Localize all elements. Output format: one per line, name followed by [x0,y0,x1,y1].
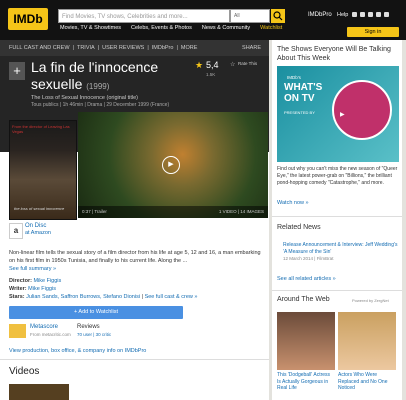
on-disc-link[interactable]: On Disc [25,223,46,229]
search-icon [273,11,283,21]
view-production-link[interactable]: View production, box office, & company i… [9,348,146,354]
powered-by: Powered by ZergNet [352,298,389,303]
rate-this-button[interactable]: Rate This [238,61,260,66]
related-news-item[interactable]: Release Announcement & Interview: Jeff W… [283,242,398,256]
reviews-label: Reviews [77,324,100,330]
play-icon[interactable]: ▶ [162,156,180,174]
nav-movies[interactable]: Movies, TV & Showtimes [60,25,121,37]
add-to-watchlist-button[interactable]: + Add to Watchlist [9,306,183,319]
ad-title: WHAT'S ON TV [284,82,323,104]
top-navbar: IMDb Find Movies, TV shows, Celebrities … [0,0,406,40]
see-full-cast-link[interactable]: See full cast & crew » [145,294,198,300]
divider [272,290,402,291]
original-title: The Loss of Sexual Innocence (original t… [31,95,139,101]
related-news-heading: Related News [277,224,321,231]
see-full-summary-link[interactable]: See full summary » [9,266,56,272]
around-web-heading: Around The Web [277,296,330,303]
at-amazon-link[interactable]: at Amazon [25,230,51,236]
search-category-select[interactable]: All [230,9,270,23]
ad-cast-image [332,80,392,140]
web-thumbnail-1[interactable] [277,312,335,370]
ad-logo: IMDb's [287,75,301,80]
video-info-bar: 0:37 | Trailer 1 VIDEO | 14 IMAGES [78,206,268,218]
writer-link[interactable]: Mike Figgis [28,286,56,292]
subnav-trivia[interactable]: TRIVIA [77,40,95,56]
poster-image[interactable] [9,120,77,220]
twitch-icon[interactable] [368,12,373,17]
amazon-icon[interactable]: a [9,223,23,239]
videos-heading: Videos [9,366,40,377]
writer-credit: Writer: Mike Figgis [9,286,56,292]
nav-news[interactable]: News & Community [202,25,250,37]
plot-summary: Non-linear film tells the sexual story o… [9,250,261,272]
imdb-rating: 5,4 [206,60,219,70]
poster-title: the loss of sexual innocence [14,206,65,211]
web-caption-1[interactable]: This 'Dodgeball' Actress Is Actually Gor… [277,372,335,392]
stars-credit: Stars: Julian Sands, Saffron Burrows, St… [9,294,198,300]
promo-text: Find out why you can't miss the new seas… [277,166,398,186]
video-thumbnail[interactable] [9,384,69,400]
stars-links[interactable]: Julian Sands, Saffron Burrows, Stefano D… [26,294,140,300]
signin-button[interactable]: Sign in [347,27,399,37]
subnav-reviews[interactable]: USER REVIEWS [102,40,144,56]
search-button[interactable] [271,9,285,23]
social-links [352,12,389,17]
nav-celebs[interactable]: Celebs, Events & Photos [131,25,192,37]
youtube-icon[interactable] [384,12,389,17]
review-counts[interactable]: 70 user | 30 critic [77,332,111,337]
sidebar: The Shows Everyone Will Be Talking About… [272,40,402,400]
imdb-logo[interactable]: IMDb [8,8,48,30]
director-link[interactable]: Mike Figgis [33,278,61,284]
subnav-cast[interactable]: FULL CAST AND CREW [9,40,70,56]
nav-watchlist[interactable]: Watchlist [260,25,282,37]
instagram-icon[interactable] [360,12,365,17]
subnav-more[interactable]: MORE [181,40,198,56]
divider [0,359,269,360]
promo-heading: The Shows Everyone Will Be Talking About… [277,46,391,62]
page-title: La fin de l'innocence sexuelle (1999) [31,59,159,92]
trailer-label[interactable]: 0:37 | Trailer [82,206,107,218]
rating-count[interactable]: 1.5K [206,72,215,77]
play-icon[interactable]: ▶ [340,111,345,118]
media-counts[interactable]: 1 VIDEO | 14 IMAGES [219,206,264,218]
add-to-watchlist-ribbon[interactable]: + [9,62,25,80]
web-thumbnail-2[interactable] [338,312,396,370]
metascore-source: From metacritic.com [30,332,71,337]
twitter-icon[interactable] [376,12,381,17]
star-icon: ★ [195,60,204,70]
poster-tagline: From the director of Leaving Las Vegas [12,124,70,134]
title-meta: Tous publics | 1h 46min | Drama | 29 Dec… [31,102,170,108]
ad-presented-by: PRESENTED BY [284,110,315,115]
metascore-badge[interactable] [9,324,26,338]
director-credit: Director: Mike Figgis [9,278,62,284]
rate-star-icon[interactable]: ☆ [230,61,235,68]
help-link[interactable]: Help [337,12,348,18]
imdbpro-link[interactable]: IMDbPro [308,12,332,18]
facebook-icon[interactable] [352,12,357,17]
subnav-imdbpro[interactable]: IMDbPro [152,40,174,56]
see-all-articles-link[interactable]: See all related articles » [277,276,336,282]
title-subnav: FULL CAST AND CREW | TRIVIA | USER REVIE… [0,40,269,56]
divider [272,216,402,217]
metascore-label[interactable]: Metascore [30,324,58,330]
share-button[interactable]: SHARE [242,40,261,56]
web-caption-2[interactable]: Actors Who Were Replaced and No One Noti… [338,372,396,392]
title-year[interactable]: (1999) [86,82,109,91]
watch-now-link[interactable]: Watch now » [277,200,309,206]
search-input[interactable]: Find Movies, TV shows, Celebrities and m… [58,9,230,23]
news-date: 12 March 2014 | FilmBrat [283,256,334,261]
